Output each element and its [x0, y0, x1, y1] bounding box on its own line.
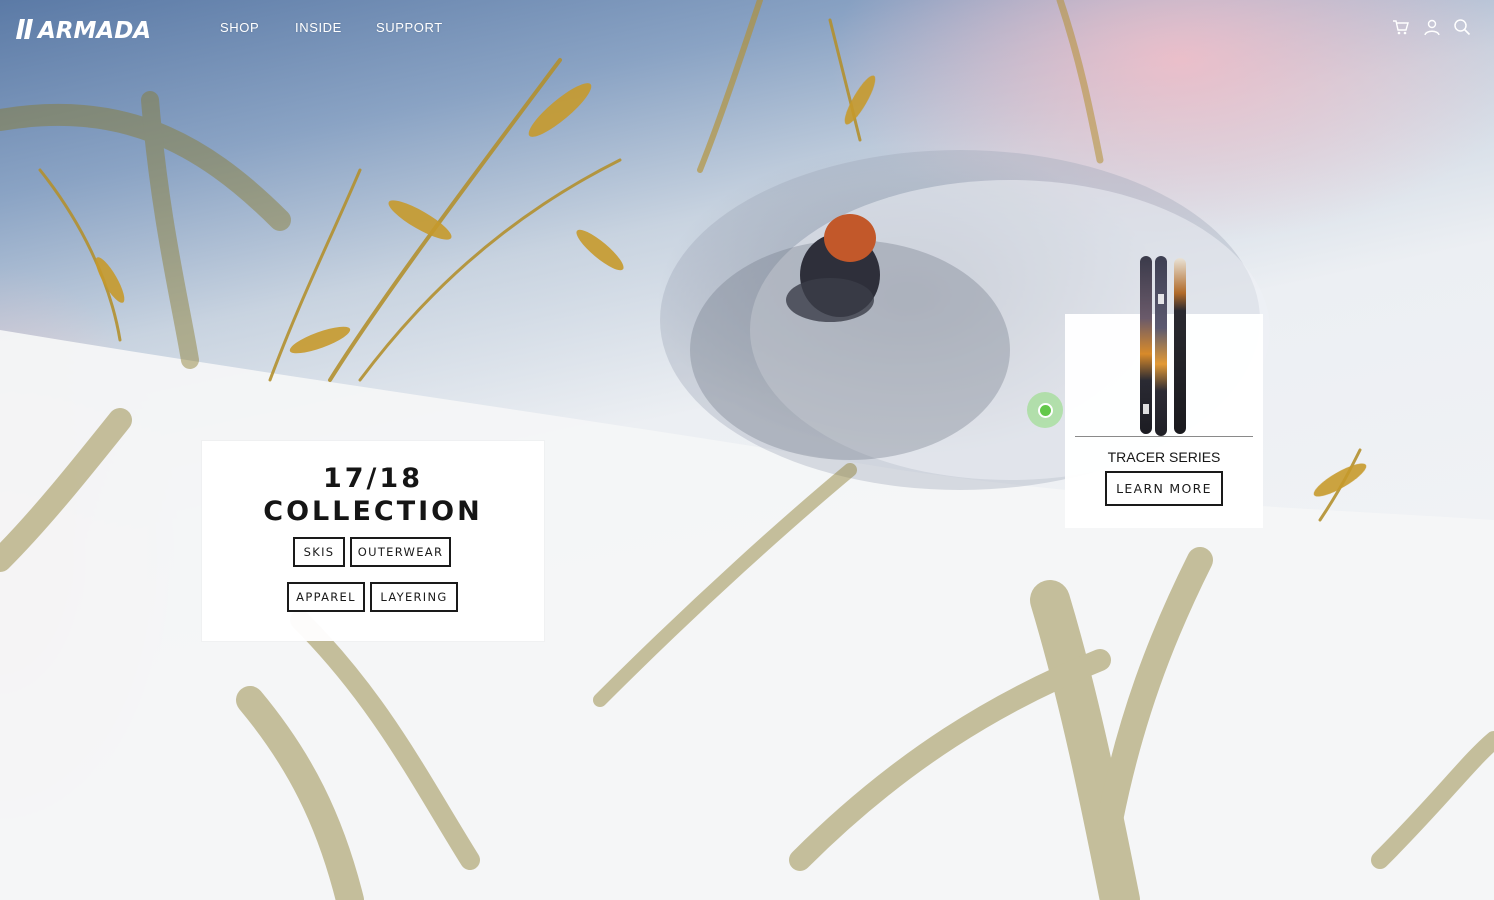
- search-icon[interactable]: [1453, 18, 1471, 36]
- product-name: TRACER SERIES: [1107, 449, 1221, 465]
- logo-text: ARMADA: [36, 18, 151, 41]
- nav-support[interactable]: SUPPORT: [376, 20, 443, 35]
- collection-year: 17/18: [322, 463, 423, 494]
- product-hotspot[interactable]: [1027, 392, 1063, 428]
- collection-title: COLLECTION: [263, 496, 483, 527]
- outerwear-button[interactable]: OUTERWEAR: [350, 537, 451, 567]
- learn-more-button[interactable]: LEARN MORE: [1105, 471, 1223, 506]
- hotspot-dot: [1038, 403, 1053, 418]
- apparel-button[interactable]: APPAREL: [287, 582, 365, 612]
- account-icon[interactable]: [1423, 18, 1441, 36]
- collection-card: 17/18 COLLECTION SKIS OUTERWEAR APPAREL …: [202, 441, 544, 641]
- cart-icon[interactable]: [1392, 18, 1410, 36]
- nav-shop[interactable]: SHOP: [220, 20, 259, 35]
- top-navigation: ARMADA SHOP INSIDE SUPPORT: [0, 0, 1494, 58]
- nav-inside[interactable]: INSIDE: [295, 20, 342, 35]
- armada-logo[interactable]: ARMADA: [16, 17, 186, 41]
- layering-button[interactable]: LAYERING: [370, 582, 458, 612]
- skis-button[interactable]: SKIS: [293, 537, 345, 567]
- tracer-skis-image[interactable]: [1136, 254, 1192, 438]
